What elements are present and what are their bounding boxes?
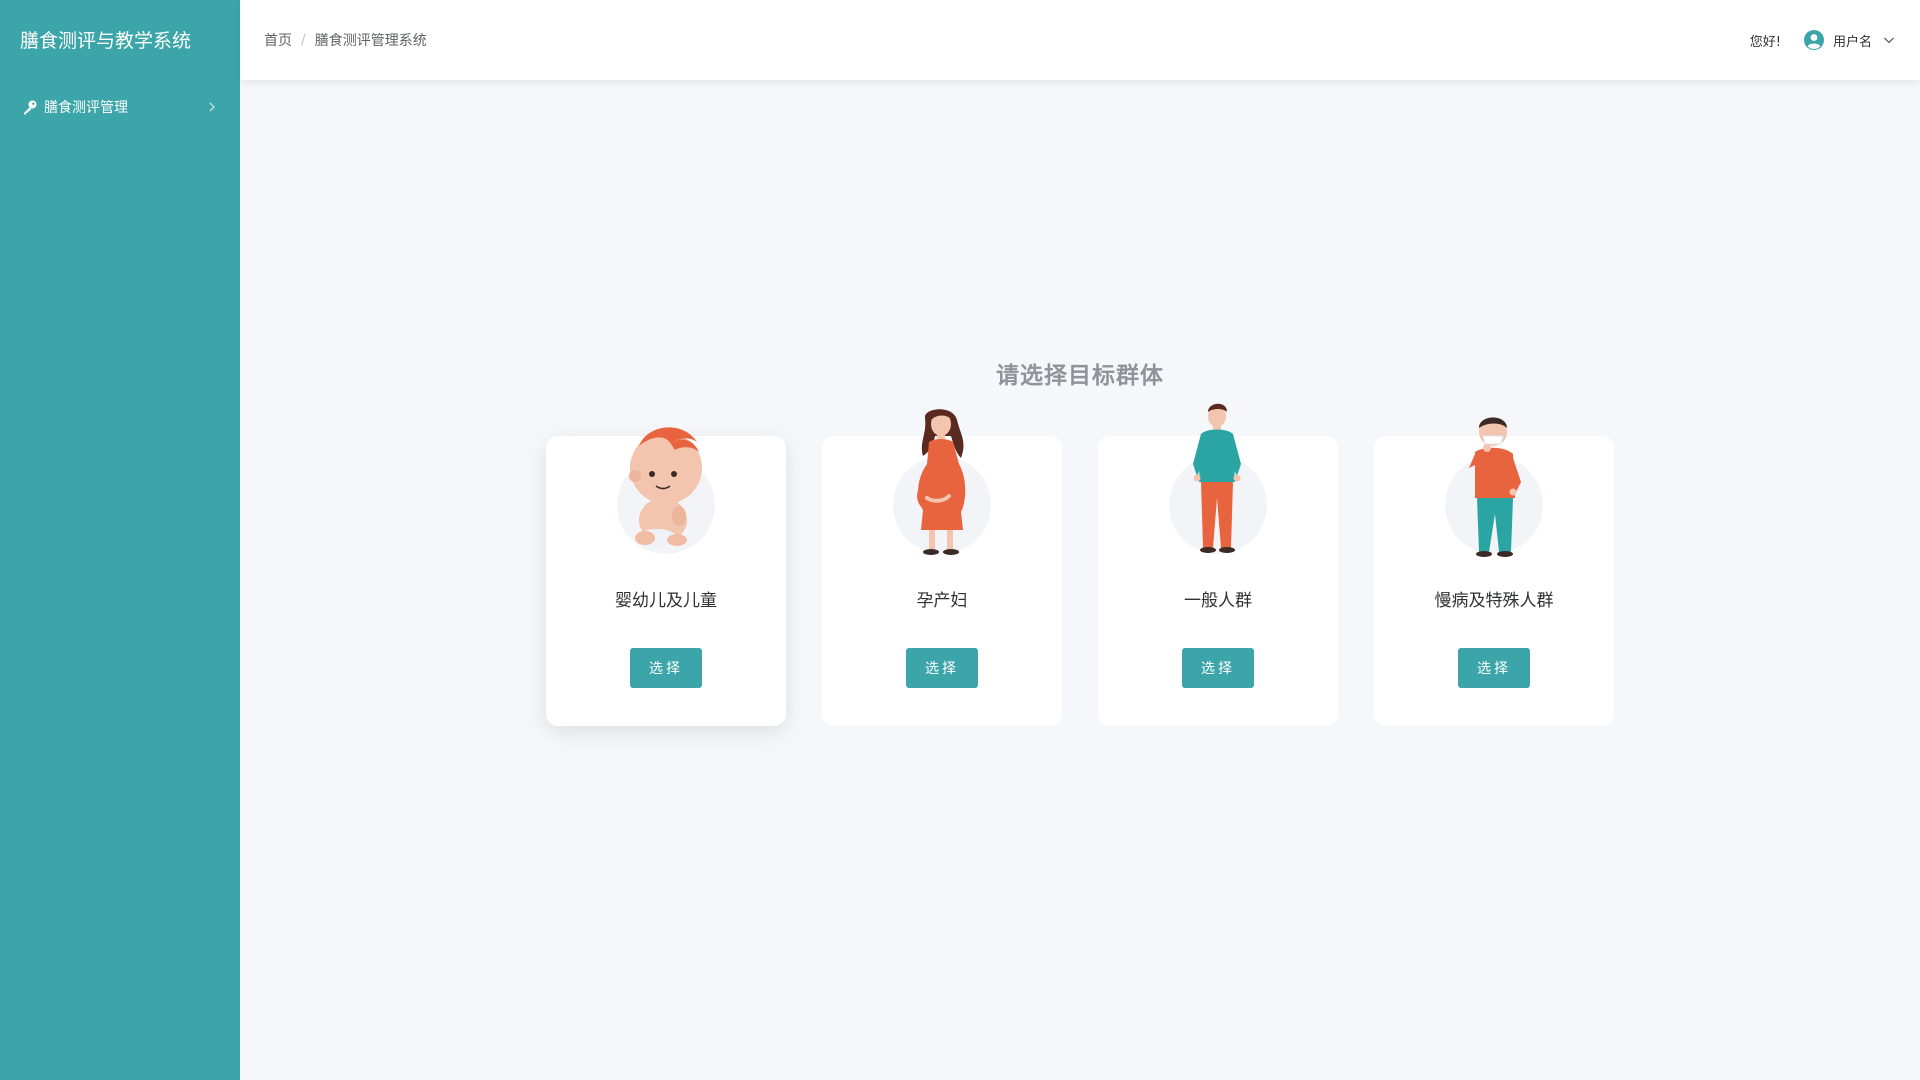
username-label: 用户名 <box>1832 34 1872 50</box>
sick-person-icon <box>1429 402 1559 562</box>
greeting-text: 您好! <box>1749 34 1781 50</box>
app-title: 膳食测评与教学系统 <box>20 30 192 52</box>
chevron-down-icon <box>1882 33 1896 47</box>
content-area: 请选择目标群体 婴幼儿及儿童 选择 孕产妇 选择 一般人群 选择 慢病及特殊人群… <box>240 80 1920 1080</box>
group-label: 慢病及特殊人群 <box>1434 591 1554 611</box>
select-infant-button[interactable]: 选择 <box>630 648 702 688</box>
top-header: 首页 / 膳食测评管理系统 您好! 用户名 <box>240 0 1920 80</box>
breadcrumb-current: 膳食测评管理系统 <box>314 33 427 49</box>
header-right: 您好! 用户名 <box>1750 29 1896 51</box>
baby-icon <box>601 402 731 562</box>
sidebar-item-label: 膳食测评管理 <box>44 100 128 116</box>
group-card-list: 婴幼儿及儿童 选择 孕产妇 选择 一般人群 选择 慢病及特殊人群 选择 <box>546 403 1614 726</box>
app-root: 膳食测评与教学系统 膳食测评管理 首页 / 膳食测评管理系统 您好! 用户名 请… <box>0 0 1920 1080</box>
pregnant-woman-icon <box>877 402 1007 562</box>
chevron-right-icon <box>206 101 218 113</box>
breadcrumb-home[interactable]: 首页 <box>264 30 292 50</box>
user-menu[interactable]: 用户名 <box>1803 29 1896 51</box>
group-card-infant[interactable]: 婴幼儿及儿童 选择 <box>546 427 786 726</box>
group-card-chronic[interactable]: 慢病及特殊人群 选择 <box>1374 417 1614 726</box>
select-general-button[interactable]: 选择 <box>1182 648 1254 688</box>
group-card-pregnant[interactable]: 孕产妇 选择 <box>822 409 1062 726</box>
select-pregnant-button[interactable]: 选择 <box>906 648 978 688</box>
group-label: 一般人群 <box>1184 591 1252 611</box>
breadcrumb-separator: / <box>301 32 306 48</box>
select-chronic-button[interactable]: 选择 <box>1458 648 1530 688</box>
sidebar: 膳食测评与教学系统 膳食测评管理 <box>0 0 240 1080</box>
breadcrumb: 首页 / 膳食测评管理系统 <box>264 30 427 50</box>
group-card-general[interactable]: 一般人群 选择 <box>1098 403 1338 726</box>
man-icon <box>1153 402 1283 562</box>
key-icon <box>22 99 38 115</box>
group-label: 孕产妇 <box>916 591 968 611</box>
sidebar-item-diet-assessment[interactable]: 膳食测评管理 <box>0 82 240 132</box>
page-title: 请选择目标群体 <box>996 363 1164 389</box>
main-area: 首页 / 膳食测评管理系统 您好! 用户名 请选择目标群体 婴幼儿及儿童 选择 … <box>240 0 1920 1080</box>
group-label: 婴幼儿及儿童 <box>615 591 717 611</box>
user-avatar-icon <box>1803 29 1825 51</box>
